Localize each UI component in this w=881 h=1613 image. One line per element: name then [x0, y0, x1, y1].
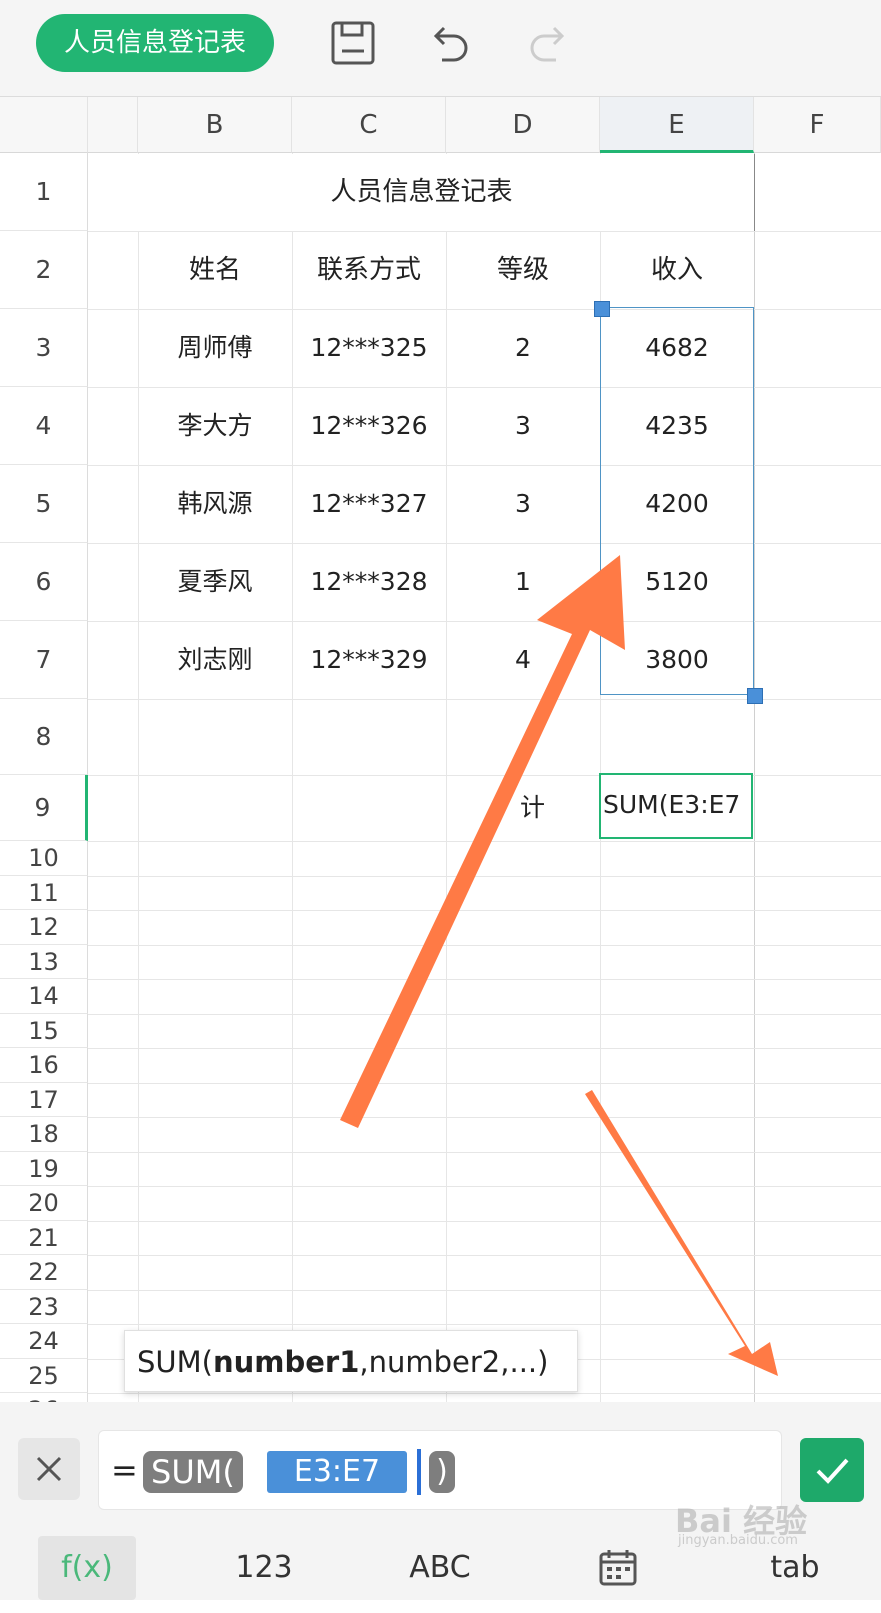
column-header-e[interactable]: E [600, 97, 754, 153]
table-cell[interactable]: 韩风源 [138, 465, 292, 543]
header-contact[interactable]: 联系方式 [292, 231, 446, 309]
active-cell[interactable]: SUM(E3:E7 [599, 773, 753, 839]
table-cell[interactable]: 2 [446, 309, 600, 387]
row-header-8[interactable]: 8 [0, 699, 88, 775]
undo-icon[interactable] [424, 18, 474, 68]
cancel-button[interactable] [18, 1438, 80, 1500]
row-header-16[interactable]: 16 [0, 1048, 88, 1083]
row-header-5[interactable]: 5 [0, 465, 88, 543]
table-cell[interactable]: 3 [446, 387, 600, 465]
row-header-7[interactable]: 7 [0, 621, 88, 699]
row-header-17[interactable]: 17 [0, 1082, 88, 1117]
selection-handle-bottom[interactable] [747, 688, 763, 704]
table-cell[interactable]: 1 [446, 543, 600, 621]
table-cell[interactable]: 刘志刚 [138, 621, 292, 699]
hint-arg-current: number1 [212, 1345, 360, 1379]
top-toolbar: 人员信息登记表 [0, 0, 881, 97]
header-name[interactable]: 姓名 [138, 231, 292, 309]
row-header-23[interactable]: 23 [0, 1289, 88, 1324]
row-header-19[interactable]: 19 [0, 1151, 88, 1186]
column-header-c[interactable]: C [292, 97, 446, 153]
row-header-1[interactable]: 1 [0, 153, 88, 231]
function-hint-tooltip: SUM(number1,number2,...) [124, 1330, 578, 1392]
row-header-22[interactable]: 22 [0, 1255, 88, 1290]
row-header-13[interactable]: 13 [0, 944, 88, 979]
check-icon [816, 1458, 849, 1484]
redo-icon[interactable] [524, 18, 574, 68]
table-cell[interactable]: 3 [446, 465, 600, 543]
row-header-15[interactable]: 15 [0, 1013, 88, 1048]
row-header-20[interactable]: 20 [0, 1186, 88, 1221]
calendar-icon[interactable] [588, 1536, 648, 1600]
row-header-12[interactable]: 12 [0, 910, 88, 945]
row-header-2[interactable]: 2 [0, 231, 88, 309]
row-header-4[interactable]: 4 [0, 387, 88, 465]
row-header-6[interactable]: 6 [0, 543, 88, 621]
table-cell[interactable]: 李大方 [138, 387, 292, 465]
table-cell[interactable]: 12***327 [292, 465, 446, 543]
table-cell[interactable]: 夏季风 [138, 543, 292, 621]
selection-handle-top[interactable] [594, 301, 610, 317]
document-title-button[interactable]: 人员信息登记表 [36, 14, 274, 72]
column-header-f[interactable]: F [754, 97, 881, 153]
keyboard-tab-numbers[interactable]: 123 [212, 1536, 316, 1600]
row-header-24[interactable]: 24 [0, 1324, 88, 1359]
row-header-25[interactable]: 25 [0, 1358, 88, 1393]
row-header-3[interactable]: 3 [0, 309, 88, 387]
row-header-11[interactable]: 11 [0, 875, 88, 910]
formula-equals: = [111, 1451, 138, 1489]
confirm-button[interactable] [800, 1438, 864, 1502]
select-all-corner[interactable] [0, 97, 88, 153]
table-cell[interactable]: 12***326 [292, 387, 446, 465]
text-caret [417, 1449, 421, 1495]
row-header-26[interactable]: 26 [0, 1393, 88, 1402]
watermark-url: jingyan.baidu.com [678, 1533, 798, 1548]
keyboard-tab-function[interactable]: f(x) [38, 1536, 136, 1600]
row-header-9[interactable]: 9 [0, 775, 88, 841]
spreadsheet-grid[interactable]: B C D E F 1 2 3 4 5 6 7 8 9 10 11 12 13 … [0, 97, 881, 1402]
keyboard-tab-letters[interactable]: ABC [388, 1536, 492, 1600]
row-header-21[interactable]: 21 [0, 1220, 88, 1255]
hint-args-rest: ,number2,...) [359, 1345, 549, 1379]
save-icon[interactable] [328, 18, 378, 68]
sheet-title: 人员信息登记表 [330, 177, 513, 207]
row-header-14[interactable]: 14 [0, 979, 88, 1014]
table-cell[interactable]: 12***328 [292, 543, 446, 621]
hint-fn: SUM( [137, 1345, 213, 1379]
column-header-d[interactable]: D [446, 97, 600, 153]
formula-close-token[interactable]: ) [429, 1451, 455, 1493]
active-cell-value: SUM(E3:E7 [603, 790, 741, 819]
header-level[interactable]: 等级 [446, 231, 600, 309]
formula-range-token[interactable]: E3:E7 [267, 1451, 407, 1493]
table-cell[interactable]: 周师傅 [138, 309, 292, 387]
close-icon [36, 1456, 62, 1482]
row-header-18[interactable]: 18 [0, 1117, 88, 1152]
column-header-b[interactable]: B [138, 97, 292, 153]
table-cell[interactable]: 12***329 [292, 621, 446, 699]
total-label[interactable]: 计 [520, 775, 580, 841]
row-header-10[interactable]: 10 [0, 841, 88, 876]
column-header-a[interactable] [88, 97, 138, 153]
table-cell[interactable]: 12***325 [292, 309, 446, 387]
header-income[interactable]: 收入 [600, 231, 754, 309]
table-cell[interactable]: 4 [446, 621, 600, 699]
selection-range [600, 307, 754, 695]
formula-function-token[interactable]: SUM( [143, 1451, 243, 1493]
